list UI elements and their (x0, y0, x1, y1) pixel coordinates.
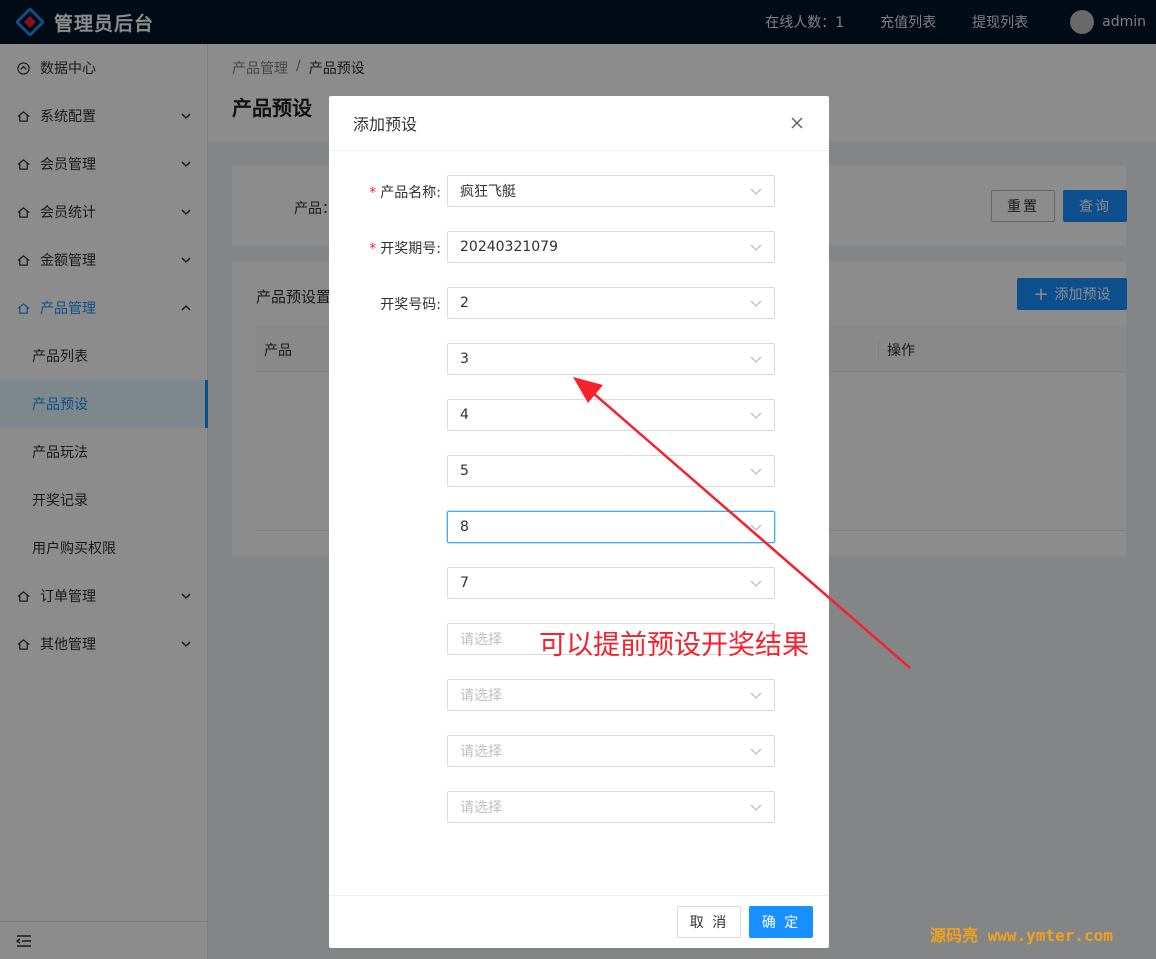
draw-number-select[interactable]: 5 (447, 455, 775, 487)
chevron-down-icon (750, 356, 762, 363)
form-row-draw-number: 请选择 (329, 791, 829, 823)
modal-header: 添加预设 (329, 96, 829, 151)
watermark: 源码亮 www.ymter.com (930, 926, 1113, 945)
chevron-down-icon (750, 188, 762, 195)
issue-number-select[interactable]: 20240321079 (447, 231, 775, 263)
draw-number-select[interactable]: 4 (447, 399, 775, 431)
select-placeholder: 请选择 (460, 744, 502, 760)
select-value: 5 (460, 463, 469, 479)
form-row-draw-number: 5 (329, 455, 829, 487)
modal-title: 添加预设 (353, 115, 418, 134)
select-value: 20240321079 (460, 239, 558, 255)
form-row-draw-number: 4 (329, 399, 829, 431)
issue-number-label: * 开奖期号: (369, 241, 441, 257)
form-row-draw-number: 8 (329, 511, 829, 543)
chevron-down-icon (750, 804, 762, 811)
form-row-issue: * 开奖期号: 20240321079 (329, 231, 829, 263)
select-placeholder: 请选择 (460, 800, 502, 816)
product-name-label: * 产品名称: (369, 185, 441, 201)
modal-footer: 取 消 确 定 (329, 895, 829, 948)
cancel-button[interactable]: 取 消 (677, 906, 741, 938)
form-row-product: * 产品名称: 疯狂飞艇 (329, 175, 829, 207)
select-value: 3 (460, 351, 469, 367)
form-row-draw-number: 7 (329, 567, 829, 599)
form-row-draw-number: 请选择 (329, 735, 829, 767)
draw-number-label: 开奖号码: (380, 297, 441, 313)
draw-number-select[interactable]: 请选择 (447, 679, 775, 711)
form-row-draw-number: 3 (329, 343, 829, 375)
draw-number-select[interactable]: 请选择 (447, 735, 775, 767)
form-row-draw-number: 请选择 (329, 679, 829, 711)
annotation-text: 可以提前预设开奖结果 (539, 630, 809, 661)
chevron-down-icon (750, 244, 762, 251)
select-value: 8 (460, 519, 469, 535)
select-value: 2 (460, 295, 469, 311)
draw-number-select[interactable]: 8 (447, 511, 775, 543)
draw-number-select[interactable]: 7 (447, 567, 775, 599)
chevron-down-icon (750, 692, 762, 699)
draw-number-select[interactable]: 3 (447, 343, 775, 375)
add-preset-modal: 添加预设 * 产品名称: 疯狂飞艇 * 开奖期号: 20240321079 开奖号码… (329, 96, 829, 948)
close-icon[interactable] (789, 115, 805, 131)
select-value: 7 (460, 575, 469, 591)
chevron-down-icon (750, 300, 762, 307)
select-placeholder: 请选择 (460, 632, 502, 648)
confirm-button[interactable]: 确 定 (749, 906, 813, 938)
select-value: 疯狂飞艇 (460, 184, 516, 200)
form-row-draw-number: 开奖号码: 2 (329, 287, 829, 319)
chevron-down-icon (750, 748, 762, 755)
chevron-down-icon (750, 580, 762, 587)
draw-number-select[interactable]: 请选择 (447, 791, 775, 823)
product-name-select[interactable]: 疯狂飞艇 (447, 175, 775, 207)
chevron-down-icon (750, 468, 762, 475)
draw-number-select[interactable]: 2 (447, 287, 775, 319)
chevron-down-icon (750, 412, 762, 419)
select-placeholder: 请选择 (460, 688, 502, 704)
select-value: 4 (460, 407, 469, 423)
chevron-down-icon (750, 524, 762, 531)
